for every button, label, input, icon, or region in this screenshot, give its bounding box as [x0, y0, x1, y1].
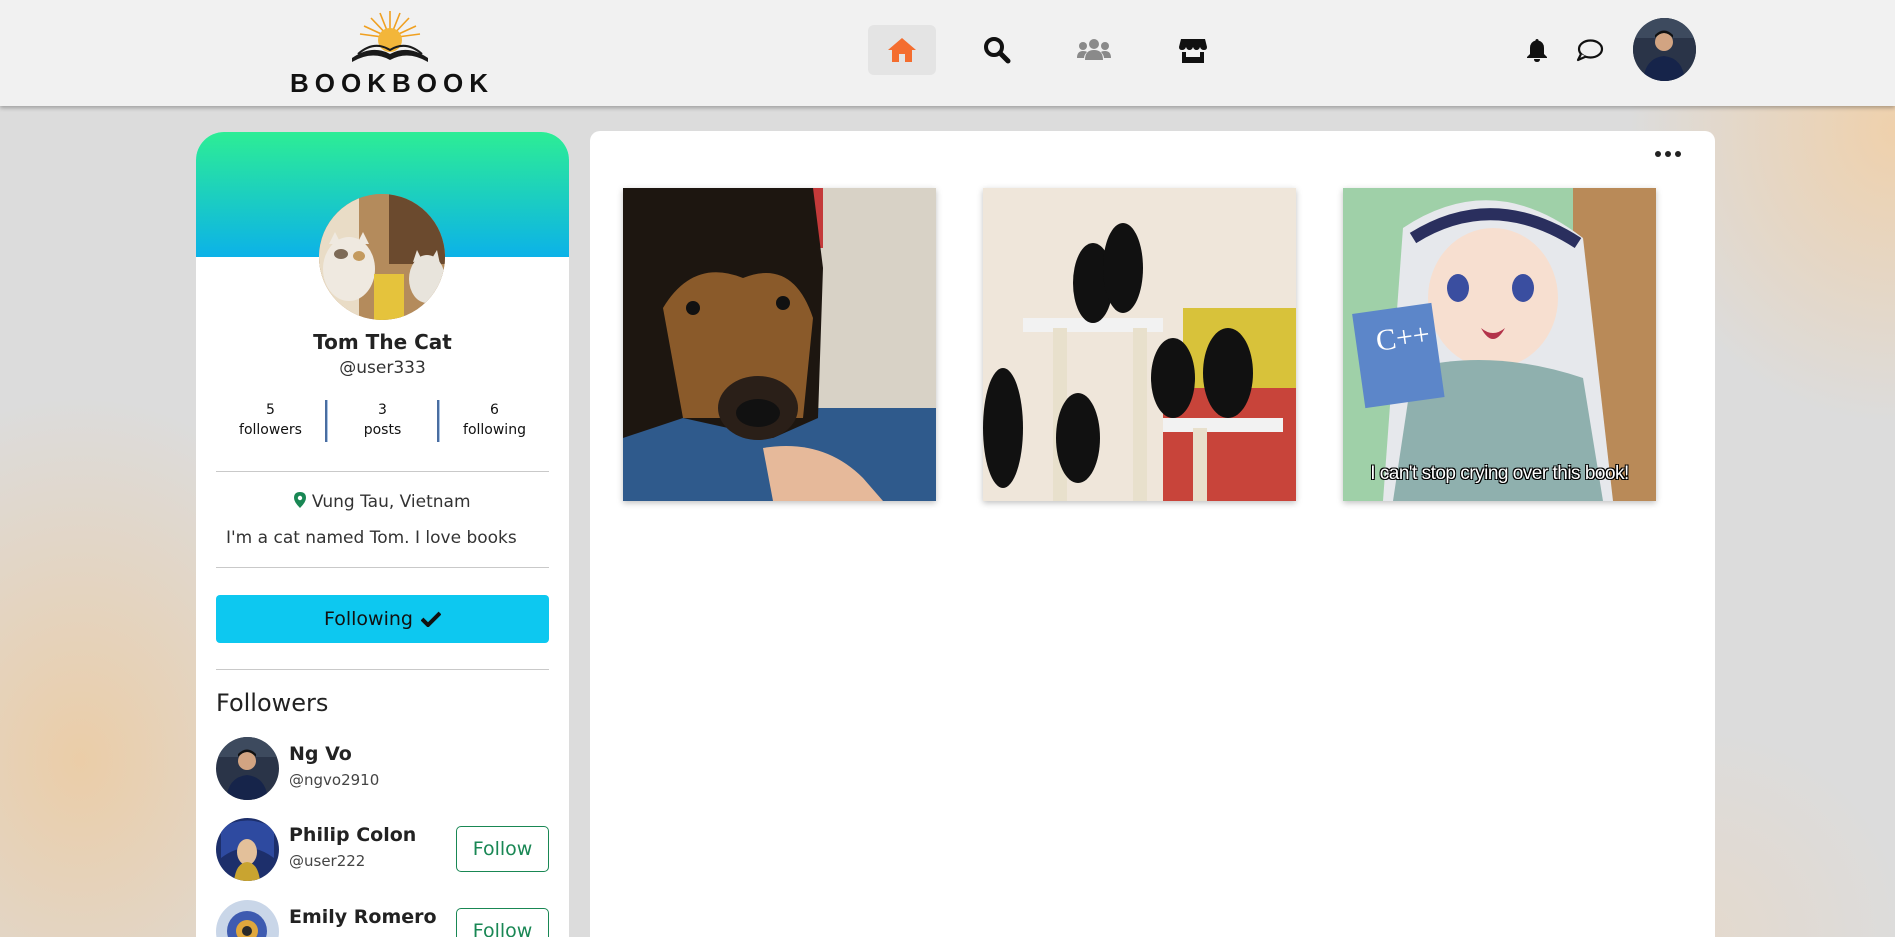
- follower-handle: @ngvo2910: [289, 771, 380, 789]
- divider: [216, 567, 549, 568]
- stat-value: 3: [378, 402, 387, 418]
- nav-groups[interactable]: [1060, 25, 1128, 75]
- messages-chat-icon[interactable]: [1576, 37, 1604, 63]
- notifications-bell-icon[interactable]: [1524, 37, 1550, 63]
- profile-stats: 5 followers 3 posts 6 following: [216, 400, 549, 442]
- divider: [216, 669, 549, 670]
- current-user-avatar[interactable]: [1633, 18, 1696, 81]
- following-label: Following: [324, 608, 413, 630]
- follow-button[interactable]: Follow: [456, 908, 549, 937]
- divider: [216, 471, 549, 472]
- book-sun-logo-icon: [352, 11, 428, 62]
- post-thumbnail[interactable]: [623, 188, 936, 501]
- follower-name[interactable]: Emily Romero: [289, 906, 437, 928]
- follower-name[interactable]: Philip Colon: [289, 824, 416, 846]
- profile-handle: @user333: [339, 358, 426, 378]
- post-thumbnail[interactable]: [983, 188, 1296, 501]
- profile-avatar[interactable]: [319, 194, 445, 320]
- stat-following[interactable]: 6 following: [440, 400, 549, 442]
- home-icon: [888, 38, 916, 62]
- store-icon: [1179, 39, 1207, 63]
- follower-avatar[interactable]: [216, 900, 279, 937]
- black-cats-photo: [983, 188, 1296, 501]
- users-icon: [1077, 39, 1111, 60]
- stat-label: posts: [363, 422, 402, 438]
- stat-label: followers: [239, 422, 302, 438]
- stat-value: 6: [490, 402, 499, 418]
- nav-marketplace[interactable]: [1159, 25, 1227, 75]
- profile-location: Vung Tau, Vietnam: [196, 492, 569, 512]
- stat-label: following: [463, 422, 526, 438]
- profile-bio: I'm a cat named Tom. I love books: [226, 528, 517, 548]
- posts-grid-panel: C++ I can't stop crying over this book!: [590, 131, 1715, 937]
- search-icon: [984, 37, 1011, 64]
- follower-row[interactable]: Ng Vo @ngvo2910: [216, 737, 549, 801]
- stat-value: 5: [266, 402, 275, 418]
- profile-card: Tom The Cat @user333 5 followers 3 posts…: [196, 132, 569, 937]
- anime-meme-photo: C++: [1343, 188, 1656, 501]
- post-caption: I can't stop crying over this book!: [1370, 463, 1629, 484]
- logo[interactable]: BOOKBOOK: [290, 6, 490, 98]
- more-options-icon[interactable]: [1655, 151, 1681, 157]
- follower-row[interactable]: Philip Colon @user222 Follow: [216, 818, 549, 882]
- follower-handle: @user222: [289, 852, 366, 870]
- follower-name[interactable]: Ng Vo: [289, 743, 352, 765]
- following-button[interactable]: Following: [216, 595, 549, 643]
- stat-posts[interactable]: 3 posts: [328, 400, 437, 442]
- follower-row[interactable]: Emily Romero Follow: [216, 900, 549, 937]
- followers-title: Followers: [216, 689, 329, 717]
- check-icon: [420, 611, 441, 627]
- follower-avatar[interactable]: [216, 737, 279, 800]
- dog-photo: [623, 188, 936, 501]
- profile-name: Tom The Cat: [313, 330, 452, 354]
- nav-search[interactable]: [963, 25, 1031, 75]
- map-pin-icon: [294, 492, 307, 508]
- follow-button[interactable]: Follow: [456, 826, 549, 872]
- follower-avatar[interactable]: [216, 818, 279, 881]
- location-text: Vung Tau, Vietnam: [311, 492, 471, 512]
- post-thumbnail[interactable]: C++ I can't stop crying over this book!: [1343, 188, 1656, 501]
- nav-home[interactable]: [868, 25, 936, 75]
- top-navbar: BOOKBOOK: [0, 0, 1895, 106]
- logo-text: BOOKBOOK: [290, 68, 494, 98]
- stat-followers[interactable]: 5 followers: [216, 400, 325, 442]
